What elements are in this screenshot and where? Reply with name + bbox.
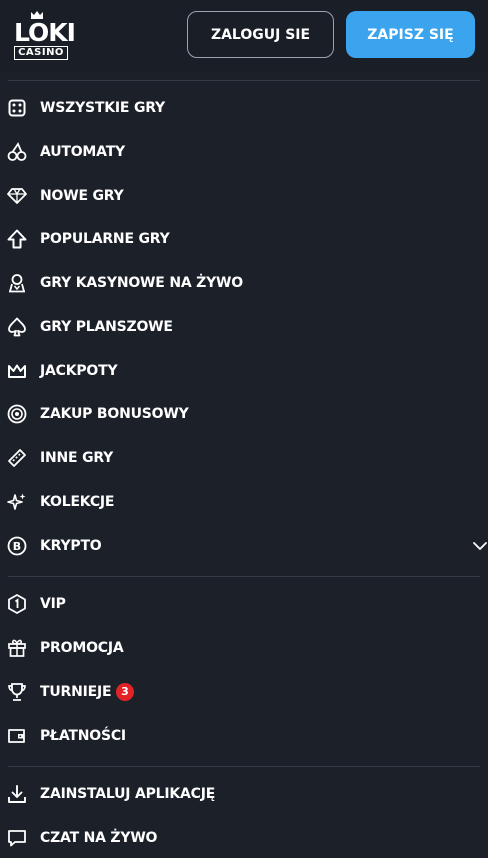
svg-text:B: B [13,540,21,553]
menu-item-label: TURNIEJE [40,684,112,700]
menu-item-payments[interactable]: PŁATNOŚCI [0,716,488,756]
menu-item-vip[interactable]: VIP [0,584,488,624]
crown-icon [7,361,27,381]
menu-item-label: JACKPOTY [40,363,118,379]
chip-icon [7,404,27,424]
menu-item-slots[interactable]: AUTOMATY [0,132,488,172]
ticket-icon [7,448,27,468]
separator [8,766,480,767]
menu-item-label: INNE GRY [40,450,114,466]
menu-item-tournaments[interactable]: TURNIEJE 3 [0,672,488,712]
menu-item-label: CZAT NA ŻYWO [40,830,158,846]
menu-item-popular-games[interactable]: POPULARNE GRY [0,219,488,259]
arrow-up-icon [7,229,27,249]
menu-item-live-casino[interactable]: GRY KASYNOWE NA ŻYWO [0,263,488,303]
login-button[interactable]: ZALOGUJ SIE [187,11,334,58]
separator [8,576,480,577]
menu-item-label: WSZYSTKIE GRY [40,100,165,116]
chevron-down-icon[interactable] [472,538,488,554]
menu-item-collections[interactable]: KOLEKCJE [0,482,488,522]
spade-icon [7,317,27,337]
bitcoin-icon: B [7,536,27,556]
menu-item-label: GRY KASYNOWE NA ŻYWO [40,275,243,291]
menu-item-new-games[interactable]: NOWE GRY [0,176,488,216]
header: LOKI CASINO ZALOGUJ SIE ZAPISZ SIĘ [0,0,488,72]
sparkles-icon [7,492,27,512]
menu-item-bonus-buy[interactable]: ZAKUP BONUSOWY [0,394,488,434]
separator [8,80,480,81]
logo-sub: CASINO [14,46,68,60]
download-icon [7,784,27,804]
menu-item-label: GRY PLANSZOWE [40,319,173,335]
signup-button[interactable]: ZAPISZ SIĘ [346,11,475,58]
trophy-icon [7,682,27,702]
menu-item-other-games[interactable]: INNE GRY [0,438,488,478]
logo-word: LOKI [14,18,76,47]
menu-item-promotions[interactable]: PROMOCJA [0,628,488,668]
menu-item-label: PROMOCJA [40,640,124,656]
diamond-icon [7,186,27,206]
menu-item-label: KRYPTO [40,538,102,554]
menu-item-jackpots[interactable]: JACKPOTY [0,351,488,391]
menu-item-label: KOLEKCJE [40,494,115,510]
menu-item-label: ZAKUP BONUSOWY [40,406,189,422]
menu-item-label: PŁATNOŚCI [40,728,126,744]
menu-item-label: NOWE GRY [40,188,124,204]
dice-icon [7,98,27,118]
menu-item-label: VIP [40,596,66,612]
menu-item-label: ZAINSTALUJ APLIKACJĘ [40,786,216,802]
gift-icon [7,638,27,658]
menu-item-live-chat[interactable]: CZAT NA ŻYWO [0,818,488,858]
menu-item-crypto[interactable]: B KRYPTO [0,526,488,566]
menu-item-label: AUTOMATY [40,144,125,160]
live-dealer-icon [7,273,27,293]
tournaments-count-badge: 3 [116,683,134,701]
menu-item-install-app[interactable]: ZAINSTALUJ APLIKACJĘ [0,774,488,814]
chat-icon [7,828,27,848]
menu-item-table-games[interactable]: GRY PLANSZOWE [0,307,488,347]
vip-hexagon-icon [7,594,27,614]
cherries-icon [7,142,27,162]
menu-item-all-games[interactable]: WSZYSTKIE GRY [0,88,488,128]
menu-item-label: POPULARNE GRY [40,231,170,247]
loki-casino-logo[interactable]: LOKI CASINO [14,10,76,60]
wallet-icon [7,726,27,746]
